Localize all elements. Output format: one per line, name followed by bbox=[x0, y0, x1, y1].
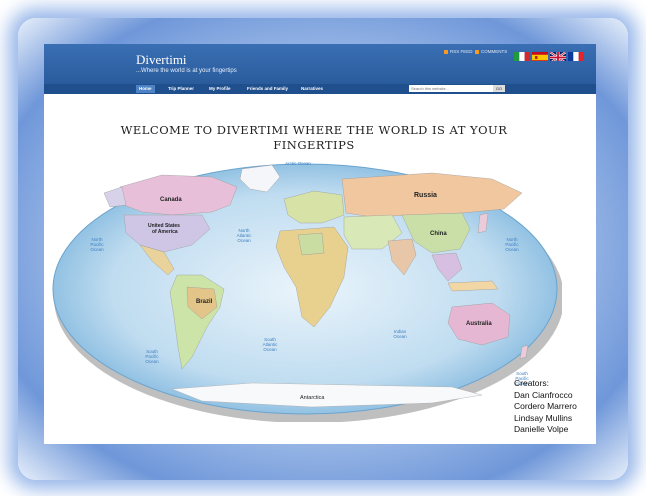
label-north-pacific-east-3: Ocean bbox=[505, 247, 519, 252]
rss-icon bbox=[444, 49, 448, 54]
france-flag-icon[interactable] bbox=[568, 50, 584, 61]
spain-flag-icon[interactable] bbox=[532, 50, 548, 61]
rss-icon bbox=[475, 49, 479, 54]
creators-heading: Creators: bbox=[514, 378, 549, 388]
site-title[interactable]: Divertimi bbox=[136, 52, 187, 68]
indonesia-shape bbox=[447, 280, 499, 292]
main-nav: Home Trip Planner My Profile Friends and… bbox=[44, 84, 596, 94]
rss-feed-link[interactable]: RSS FEED bbox=[444, 49, 473, 54]
search-input[interactable] bbox=[409, 85, 495, 92]
creator-name: Lindsay Mullins bbox=[514, 412, 573, 423]
site-header: Divertimi ...Where the world is at your … bbox=[44, 44, 596, 84]
language-flags bbox=[514, 50, 584, 61]
rss-feed-label: RSS FEED bbox=[450, 49, 473, 54]
uk-flag-icon[interactable] bbox=[550, 50, 566, 61]
nav-my-profile[interactable]: My Profile bbox=[206, 85, 234, 93]
label-arctic-ocean: Arctic Ocean bbox=[285, 161, 311, 166]
website-screenshot: Divertimi ...Where the world is at your … bbox=[44, 44, 596, 444]
label-usa-line2: of America bbox=[152, 229, 178, 235]
label-south-pacific-west-3: Ocean bbox=[145, 359, 159, 364]
alaska-shape bbox=[103, 186, 127, 208]
nav-trip-planner[interactable]: Trip Planner bbox=[165, 85, 197, 93]
canada-shape bbox=[119, 174, 238, 216]
label-antarctica: Antarctica bbox=[300, 395, 325, 401]
nav-narratives[interactable]: Narratives bbox=[298, 85, 326, 93]
italy-flag-icon[interactable] bbox=[514, 50, 530, 61]
label-brazil: Brazil bbox=[196, 299, 213, 305]
comments-feed-link[interactable]: COMMENTS bbox=[475, 49, 507, 54]
label-canada: Canada bbox=[160, 197, 182, 203]
comments-feed-label: COMMENTS bbox=[481, 49, 508, 54]
world-map[interactable]: Canada United States of America Brazil R… bbox=[52, 157, 562, 422]
label-north-pacific-west-3: Ocean bbox=[90, 247, 104, 252]
welcome-heading: Welcome to Divertimi where the world is … bbox=[120, 123, 508, 152]
creator-name: Dan Cianfrocco bbox=[514, 389, 573, 400]
label-australia: Australia bbox=[466, 321, 492, 327]
creator-name: Cordero Marrero bbox=[514, 401, 577, 411]
label-russia: Russia bbox=[414, 192, 437, 199]
site-tagline: ...Where the world is at your fingertips bbox=[136, 68, 237, 74]
label-china: China bbox=[430, 231, 447, 237]
search-button[interactable]: GO bbox=[493, 85, 505, 92]
nav-friends-and-family[interactable]: Friends and Family bbox=[244, 85, 291, 93]
nav-home[interactable]: Home bbox=[136, 85, 155, 93]
creators-block: Creators: Dan Cianfrocco Cordero Marrero… bbox=[514, 378, 577, 436]
north-africa-shape bbox=[297, 232, 325, 256]
creator-name: Danielle Volpe bbox=[514, 424, 569, 434]
label-indian-ocean-2: Ocean bbox=[393, 334, 407, 339]
label-north-atlantic-3: Ocean bbox=[237, 238, 251, 243]
label-south-atlantic-3: Ocean bbox=[263, 347, 277, 352]
